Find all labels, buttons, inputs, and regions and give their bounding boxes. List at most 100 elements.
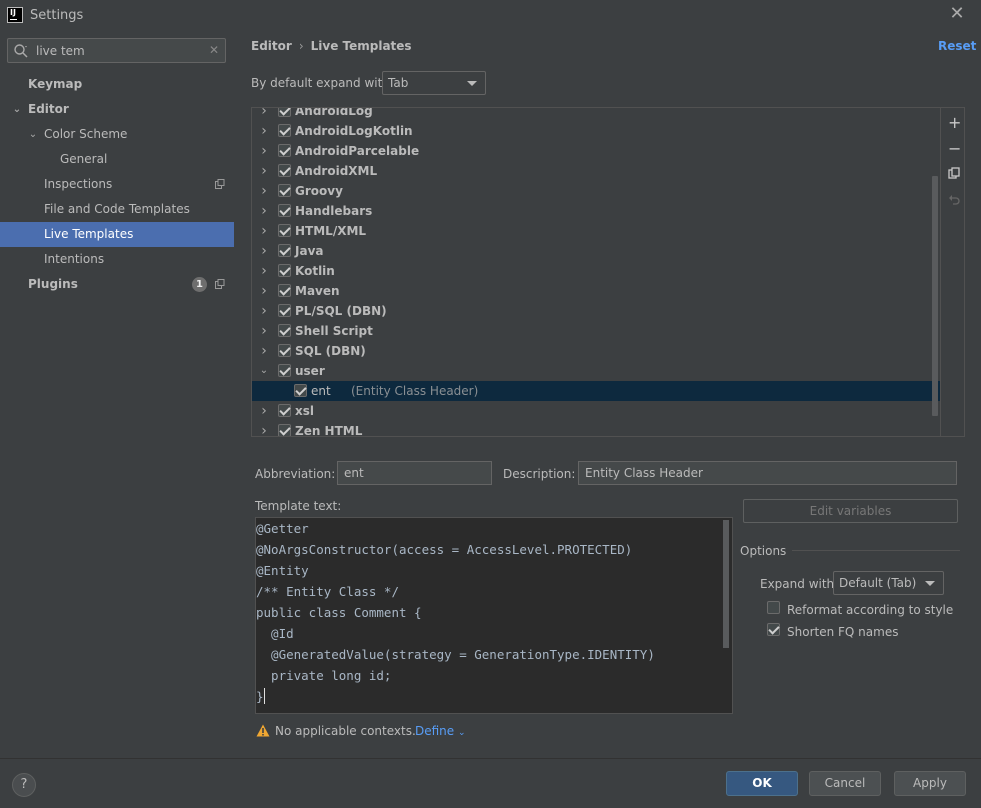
sidebar-item-label: General xyxy=(60,152,108,166)
expand-with-select[interactable]: Default (Tab) xyxy=(833,571,944,595)
chevron-right-icon[interactable]: › xyxy=(259,108,269,121)
chevron-right-icon[interactable]: › xyxy=(259,121,269,141)
close-icon[interactable]: ✕ xyxy=(948,5,966,23)
ok-button[interactable]: OK xyxy=(726,771,798,796)
chevron-down-icon xyxy=(467,81,477,86)
chevron-down-icon[interactable]: ⌄ xyxy=(12,97,22,122)
template-group[interactable]: › AndroidLog xyxy=(252,108,940,121)
chevron-right-icon[interactable]: › xyxy=(259,161,269,181)
add-icon[interactable]: + xyxy=(948,115,961,131)
default-expand-select[interactable]: Tab xyxy=(382,71,486,95)
template-group[interactable]: › xsl xyxy=(252,401,940,421)
window-title: Settings xyxy=(30,8,84,23)
templates-scrollbar-thumb[interactable] xyxy=(932,176,938,416)
template-item[interactable]: ent (Entity Class Header) xyxy=(252,381,940,401)
template-checkbox[interactable] xyxy=(278,264,291,277)
sidebar-item-intentions[interactable]: Intentions xyxy=(0,247,234,272)
chevron-right-icon[interactable]: › xyxy=(259,421,269,436)
apply-button[interactable]: Apply xyxy=(894,771,966,796)
template-group[interactable]: › Handlebars xyxy=(252,201,940,221)
reset-link[interactable]: Reset xyxy=(938,39,976,53)
sidebar-item-general[interactable]: General xyxy=(0,147,234,172)
clear-search-icon[interactable]: ✕ xyxy=(207,43,221,57)
remove-icon[interactable]: − xyxy=(948,141,961,157)
settings-search-input[interactable] xyxy=(36,42,196,59)
chevron-right-icon[interactable]: › xyxy=(259,281,269,301)
define-contexts-link[interactable]: Define ⌄ xyxy=(415,724,466,738)
chevron-right-icon[interactable]: › xyxy=(259,241,269,261)
template-group[interactable]: ⌄ user xyxy=(252,361,940,381)
sidebar-item-plugins[interactable]: Plugins 1 xyxy=(0,272,234,297)
template-checkbox[interactable] xyxy=(278,108,291,117)
sidebar-item-editor[interactable]: ⌄ Editor xyxy=(0,97,234,122)
template-group[interactable]: › AndroidParcelable xyxy=(252,141,940,161)
template-checkbox[interactable] xyxy=(278,144,291,157)
edit-variables-button[interactable]: Edit variables xyxy=(743,499,958,523)
template-checkbox[interactable] xyxy=(294,384,307,397)
sidebar-item-inspections[interactable]: Inspections xyxy=(0,172,234,197)
no-contexts-warning: No applicable contexts. xyxy=(275,724,416,738)
abbreviation-label: Abbreviation: xyxy=(255,467,336,481)
template-checkbox[interactable] xyxy=(278,424,291,436)
help-button[interactable]: ? xyxy=(12,773,36,797)
template-group[interactable]: › Kotlin xyxy=(252,261,940,281)
shorten-fq-names-checkbox[interactable] xyxy=(767,623,780,636)
define-link-label: Define xyxy=(415,724,455,738)
template-checkbox[interactable] xyxy=(278,204,291,217)
live-templates-tree[interactable]: › AndroidLog › AndroidLogKotlin › AndroidParc… xyxy=(252,108,940,436)
template-text-editor[interactable]: @Getter @NoArgsConstructor(access = Acce… xyxy=(255,517,733,714)
sidebar-item-keymap[interactable]: Keymap xyxy=(0,72,234,97)
chevron-down-icon[interactable]: ⌄ xyxy=(28,122,38,147)
chevron-right-icon[interactable]: › xyxy=(259,321,269,341)
chevron-right-icon[interactable]: › xyxy=(259,401,269,421)
chevron-right-icon[interactable]: › xyxy=(259,261,269,281)
template-checkbox[interactable] xyxy=(278,184,291,197)
template-checkbox[interactable] xyxy=(278,324,291,337)
template-group[interactable]: › AndroidXML xyxy=(252,161,940,181)
shorten-fq-names-label[interactable]: Shorten FQ names xyxy=(787,625,898,639)
template-name: HTML/XML xyxy=(295,224,367,238)
template-group[interactable]: › Maven xyxy=(252,281,940,301)
chevron-down-icon[interactable]: ⌄ xyxy=(259,361,269,381)
chevron-right-icon[interactable]: › xyxy=(259,301,269,321)
template-text-label: Template text: xyxy=(255,499,342,513)
code-line: @GeneratedValue(strategy = GenerationTyp… xyxy=(256,647,655,662)
template-checkbox[interactable] xyxy=(278,284,291,297)
template-group[interactable]: › HTML/XML xyxy=(252,221,940,241)
template-group[interactable]: › Java xyxy=(252,241,940,261)
cancel-button[interactable]: Cancel xyxy=(809,771,881,796)
template-checkbox[interactable] xyxy=(278,404,291,417)
chevron-right-icon[interactable]: › xyxy=(259,221,269,241)
reformat-checkbox[interactable] xyxy=(767,601,780,614)
template-group[interactable]: › Shell Script xyxy=(252,321,940,341)
chevron-right-icon[interactable]: › xyxy=(259,181,269,201)
revert-icon[interactable] xyxy=(948,194,960,206)
chevron-right-icon[interactable]: › xyxy=(259,141,269,161)
sidebar-item-file-and-code-templates[interactable]: File and Code Templates xyxy=(0,197,234,222)
template-checkbox[interactable] xyxy=(278,304,291,317)
template-checkbox[interactable] xyxy=(278,344,291,357)
template-group[interactable]: › PL/SQL (DBN) xyxy=(252,301,940,321)
sidebar-item-color-scheme[interactable]: ⌄ Color Scheme xyxy=(0,122,234,147)
template-group[interactable]: › AndroidLogKotlin xyxy=(252,121,940,141)
template-group[interactable]: › Zen HTML xyxy=(252,421,940,436)
sidebar-item-live-templates[interactable]: Live Templates xyxy=(0,222,234,247)
template-checkbox[interactable] xyxy=(278,364,291,377)
template-checkbox[interactable] xyxy=(278,224,291,237)
editor-scrollbar-thumb[interactable] xyxy=(723,520,729,648)
template-checkbox[interactable] xyxy=(278,244,291,257)
description-input[interactable] xyxy=(578,461,957,485)
abbreviation-input[interactable] xyxy=(337,461,492,485)
template-checkbox[interactable] xyxy=(278,164,291,177)
default-expand-label: By default expand with xyxy=(251,76,390,90)
template-group[interactable]: › SQL (DBN) xyxy=(252,341,940,361)
template-group[interactable]: › Groovy xyxy=(252,181,940,201)
sidebar-item-label: Color Scheme xyxy=(44,127,128,141)
copy-icon[interactable] xyxy=(948,167,960,179)
templates-toolbar: + − xyxy=(940,108,964,436)
chevron-right-icon[interactable]: › xyxy=(259,341,269,361)
chevron-right-icon[interactable]: › xyxy=(259,201,269,221)
reformat-label[interactable]: Reformat according to style xyxy=(787,603,953,617)
settings-search-box[interactable]: ✕ xyxy=(7,38,226,63)
template-checkbox[interactable] xyxy=(278,124,291,137)
